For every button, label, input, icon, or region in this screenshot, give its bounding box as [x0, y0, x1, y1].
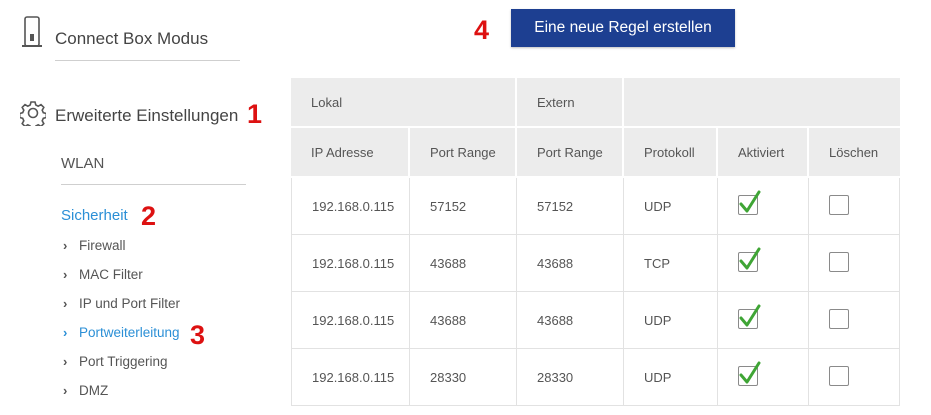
table-row: 192.168.0.115 43688 43688 TCP: [291, 235, 901, 292]
cell-ip: 192.168.0.115: [291, 178, 410, 235]
cell-external-port: 57152: [517, 178, 625, 235]
chevron-right-icon: ›: [63, 354, 68, 369]
sidebar-subitem-label: Portweiterleitung: [79, 325, 180, 340]
sidebar-subitem-label: DMZ: [79, 383, 109, 398]
new-rule-button[interactable]: Eine neue Regel erstellen: [511, 9, 735, 47]
cell-protocol: UDP: [624, 349, 719, 406]
cell-delete: [809, 292, 901, 349]
sidebar-subitem-dmz[interactable]: › DMZ: [63, 383, 108, 398]
column-header-local-port: Port Range: [410, 128, 518, 178]
chevron-right-icon: ›: [63, 238, 68, 253]
delete-checkbox[interactable]: [829, 308, 850, 329]
cell-protocol: TCP: [624, 235, 719, 292]
group-header-local: Lokal: [291, 78, 518, 128]
checkmark-icon: [739, 304, 761, 326]
checkmark-icon: [739, 190, 761, 212]
sidebar-subitem-label: Firewall: [79, 238, 126, 253]
enabled-checkbox[interactable]: [738, 190, 761, 215]
column-header-ip: IP Adresse: [291, 128, 410, 178]
annotation-marker-3: 3: [190, 320, 206, 350]
cell-local-port: 43688: [410, 292, 518, 349]
enabled-checkbox[interactable]: [738, 247, 761, 272]
column-header-external-port: Port Range: [517, 128, 625, 178]
cell-local-port: 43688: [410, 235, 518, 292]
annotation-marker-2: 2: [141, 201, 157, 231]
cell-enabled: [718, 349, 810, 406]
group-header-row: Lokal Extern: [291, 78, 901, 128]
cell-external-port: 43688: [517, 292, 625, 349]
cell-enabled: [718, 292, 810, 349]
sidebar-item-security[interactable]: Sicherheit: [61, 207, 128, 224]
divider: [55, 60, 240, 61]
group-header-external: Extern: [517, 78, 625, 128]
cell-local-port: 28330: [410, 349, 518, 406]
cell-protocol: UDP: [624, 178, 719, 235]
column-header-delete: Löschen: [809, 128, 901, 178]
column-header-enabled: Aktiviert: [718, 128, 810, 178]
chevron-right-icon: ›: [63, 296, 68, 311]
table-row: 192.168.0.115 28330 28330 UDP: [291, 349, 901, 406]
delete-checkbox[interactable]: [829, 365, 850, 386]
cell-enabled: [718, 235, 810, 292]
table-row: 192.168.0.115 43688 43688 UDP: [291, 292, 901, 349]
chevron-right-icon: ›: [63, 267, 68, 282]
sidebar-subitem-ip-port-filter[interactable]: › IP und Port Filter: [63, 296, 180, 311]
connect-box-mode-label[interactable]: Connect Box Modus: [55, 29, 208, 49]
sidebar-subitem-label: MAC Filter: [79, 267, 143, 282]
cell-delete: [809, 349, 901, 406]
sidebar-subitem-label: IP und Port Filter: [79, 296, 181, 311]
group-header-empty: [624, 78, 901, 128]
chevron-right-icon: ›: [63, 383, 68, 398]
router-icon: [22, 16, 42, 53]
cell-local-port: 57152: [410, 178, 518, 235]
cell-enabled: [718, 178, 810, 235]
enabled-checkbox[interactable]: [738, 304, 761, 329]
annotation-marker-4: 4: [474, 15, 490, 45]
delete-checkbox[interactable]: [829, 194, 850, 215]
chevron-right-icon: ›: [63, 325, 68, 340]
table-row: 192.168.0.115 57152 57152 UDP: [291, 178, 901, 235]
cell-delete: [809, 235, 901, 292]
column-header-protocol: Protokoll: [624, 128, 719, 178]
sidebar-subitem-port-triggering[interactable]: › Port Triggering: [63, 354, 168, 369]
gear-icon: [18, 100, 48, 131]
annotation-marker-1: 1: [247, 99, 263, 129]
sidebar-subitem-mac-filter[interactable]: › MAC Filter: [63, 267, 143, 282]
column-header-row: IP Adresse Port Range Port Range Protoko…: [291, 128, 901, 178]
enabled-checkbox[interactable]: [738, 361, 761, 386]
port-forwarding-table: Lokal Extern IP Adresse Port Range Port …: [291, 78, 901, 406]
cell-ip: 192.168.0.115: [291, 292, 410, 349]
advanced-settings-link[interactable]: Erweiterte Einstellungen: [55, 106, 238, 126]
cell-ip: 192.168.0.115: [291, 235, 410, 292]
cell-ip: 192.168.0.115: [291, 349, 410, 406]
sidebar-subitem-label: Port Triggering: [79, 354, 168, 369]
delete-checkbox[interactable]: [829, 251, 850, 272]
checkmark-icon: [739, 361, 761, 383]
divider: [61, 184, 246, 185]
checkmark-icon: [739, 247, 761, 269]
cell-external-port: 43688: [517, 235, 625, 292]
cell-delete: [809, 178, 901, 235]
sidebar-subitem-port-forwarding[interactable]: › Portweiterleitung: [63, 325, 180, 340]
cell-external-port: 28330: [517, 349, 625, 406]
sidebar-subitem-firewall[interactable]: › Firewall: [63, 238, 126, 253]
sidebar-item-wlan[interactable]: WLAN: [61, 155, 104, 172]
cell-protocol: UDP: [624, 292, 719, 349]
